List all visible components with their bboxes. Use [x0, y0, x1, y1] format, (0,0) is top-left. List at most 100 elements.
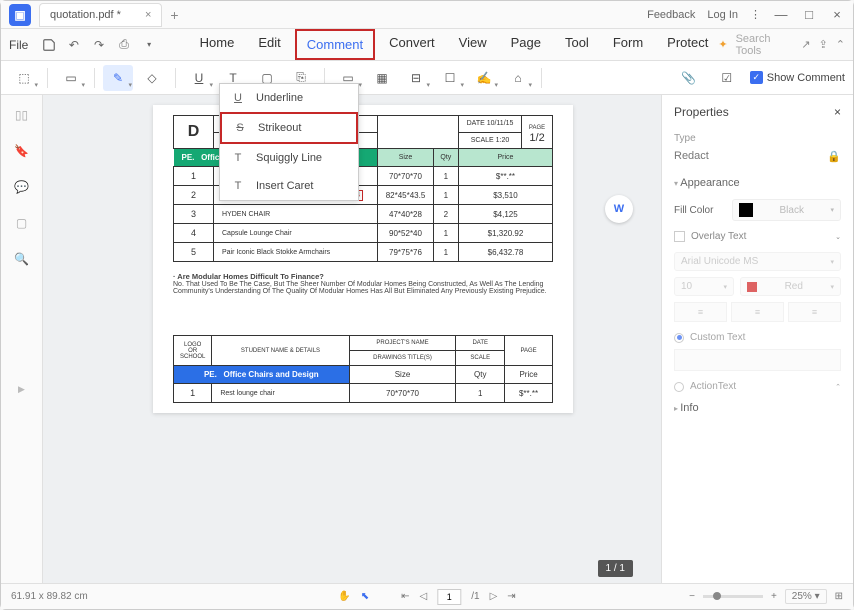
th-size2: Size [349, 366, 456, 384]
minimize-button[interactable]: — [773, 7, 789, 22]
font-color-select[interactable]: Red▾ [740, 277, 841, 296]
dropdown-strikeout[interactable]: SStrikeout [220, 112, 358, 144]
custom-text-radio[interactable] [674, 333, 684, 343]
feedback-link[interactable]: Feedback [647, 9, 695, 21]
tab-home[interactable]: Home [190, 29, 245, 60]
underline-tool[interactable]: U [184, 65, 214, 91]
close-panel-icon[interactable]: × [834, 105, 841, 119]
th-size: Size [378, 149, 434, 167]
tab-view[interactable]: View [449, 29, 497, 60]
print-icon[interactable]: ⎙ [114, 34, 135, 56]
signature-tool[interactable]: ✍ [469, 65, 499, 91]
open-external-icon[interactable]: ↗ [801, 38, 810, 51]
zoom-in-icon[interactable]: + [771, 591, 777, 602]
zoom-value[interactable]: 25% ▾ [785, 589, 827, 604]
last-page-icon[interactable]: ⇥ [507, 591, 515, 602]
dropdown-squiggly[interactable]: TSquiggly Line [220, 144, 358, 172]
print-dropdown-icon[interactable]: ▾ [139, 34, 160, 56]
attachment-icon[interactable]: 📎 [674, 65, 704, 91]
dropdown-underline[interactable]: UUnderline [220, 84, 358, 112]
thumbnails-icon[interactable]: ▯▯ [12, 105, 32, 125]
lock-icon: 🔒 [827, 150, 841, 163]
chevron-down-icon[interactable]: ⌄ [835, 233, 841, 241]
properties-title: Properties [674, 105, 729, 119]
th-project: PROJECT'S NAME [349, 336, 456, 351]
select-tool-icon[interactable]: ⬉ [361, 591, 369, 602]
appearance-section[interactable]: Appearance [674, 177, 841, 189]
new-tab-button[interactable]: + [170, 7, 178, 23]
note-tool[interactable]: ▭ [56, 65, 86, 91]
close-window-button[interactable]: × [829, 7, 845, 22]
search-tools-input[interactable]: Search Tools [736, 33, 794, 57]
titlebar: ▣ quotation.pdf * × + Feedback Log In ⋮ … [1, 1, 853, 29]
stamp-tool[interactable]: ☐ [435, 65, 465, 91]
document-tab[interactable]: quotation.pdf * × [39, 3, 162, 27]
overlay-checkbox[interactable] [674, 231, 685, 242]
bookmark-icon[interactable]: 🔖 [12, 141, 32, 161]
action-text-radio[interactable] [674, 382, 684, 392]
tab-convert[interactable]: Convert [379, 29, 445, 60]
fill-color-label: Fill Color [674, 205, 724, 216]
comment-list-icon[interactable]: ☑ [712, 65, 742, 91]
tab-edit[interactable]: Edit [248, 29, 290, 60]
maximize-button[interactable]: □ [801, 7, 817, 22]
chevron-up-icon[interactable]: ⌃ [835, 383, 841, 391]
info-section[interactable]: Info [674, 402, 841, 414]
section-header-blue: PE. Office Chairs and Design [174, 366, 350, 384]
tab-protect[interactable]: Protect [657, 29, 718, 60]
share-icon[interactable]: ⇪ [819, 38, 828, 51]
save-icon[interactable] [38, 34, 59, 56]
zoom-slider[interactable] [703, 595, 763, 598]
align-center-button[interactable]: ≡ [731, 302, 784, 322]
first-page-icon[interactable]: ⇤ [401, 591, 409, 602]
custom-text-input[interactable] [674, 349, 841, 371]
page-total: /1 [471, 591, 479, 602]
tab-tool[interactable]: Tool [555, 29, 599, 60]
logo-cell: D [174, 116, 214, 149]
word-convert-icon[interactable]: W [605, 195, 633, 223]
select-tool[interactable]: ⬚ [9, 65, 39, 91]
app-icon: ▣ [9, 4, 31, 26]
tab-page[interactable]: Page [501, 29, 551, 60]
squiggly-icon: T [230, 152, 246, 164]
separator [94, 68, 95, 88]
align-left-button[interactable]: ≡ [674, 302, 727, 322]
pencil-tool[interactable]: ✎ [103, 65, 133, 91]
attachment-panel-icon[interactable]: ▢ [12, 213, 32, 233]
login-link[interactable]: Log In [707, 9, 738, 21]
next-page-icon[interactable]: ▷ [490, 591, 498, 602]
search-wand-icon[interactable]: ✦ [718, 38, 727, 51]
hand-tool-icon[interactable]: ✋ [338, 591, 350, 602]
menubar: File ↶ ↷ ⎙ ▾ Home Edit Comment Convert V… [1, 29, 853, 61]
caret-icon: T [230, 180, 246, 192]
expand-sidebar-icon[interactable]: ▶ [18, 384, 25, 395]
show-comment-toggle[interactable]: ✓ Show Comment [750, 71, 845, 84]
font-size-select[interactable]: 10▾ [674, 277, 734, 296]
tab-form[interactable]: Form [603, 29, 653, 60]
file-menu[interactable]: File [9, 38, 28, 52]
text-markup-dropdown: UUnderline SStrikeout TSquiggly Line TIn… [219, 83, 359, 201]
search-panel-icon[interactable]: 🔍 [12, 249, 32, 269]
th-date: DATE 10/11/15 [458, 116, 521, 133]
undo-icon[interactable]: ↶ [63, 34, 84, 56]
fit-page-icon[interactable]: ⊞ [835, 591, 843, 602]
redo-icon[interactable]: ↷ [88, 34, 109, 56]
page-number-input[interactable] [437, 589, 461, 605]
eraser-tool[interactable]: ◇ [137, 65, 167, 91]
shape-area-tool[interactable]: ▦ [367, 65, 397, 91]
prev-page-icon[interactable]: ◁ [420, 591, 428, 602]
font-select[interactable]: Arial Unicode MS▾ [674, 252, 841, 271]
measure-tool[interactable]: ⊟ [401, 65, 431, 91]
th-price: Price [458, 149, 552, 167]
align-right-button[interactable]: ≡ [788, 302, 841, 322]
comment-panel-icon[interactable]: 💬 [12, 177, 32, 197]
fill-color-select[interactable]: Black ▾ [732, 199, 841, 221]
attach-tool[interactable]: ⌂ [503, 65, 533, 91]
kebab-menu-icon[interactable]: ⋮ [750, 8, 761, 21]
tab-close-icon[interactable]: × [145, 9, 151, 21]
zoom-out-icon[interactable]: − [689, 591, 695, 602]
tab-comment[interactable]: Comment [295, 29, 375, 60]
dropdown-caret[interactable]: TInsert Caret [220, 172, 358, 200]
collapse-ribbon-icon[interactable]: ⌃ [836, 38, 845, 51]
separator [541, 68, 542, 88]
